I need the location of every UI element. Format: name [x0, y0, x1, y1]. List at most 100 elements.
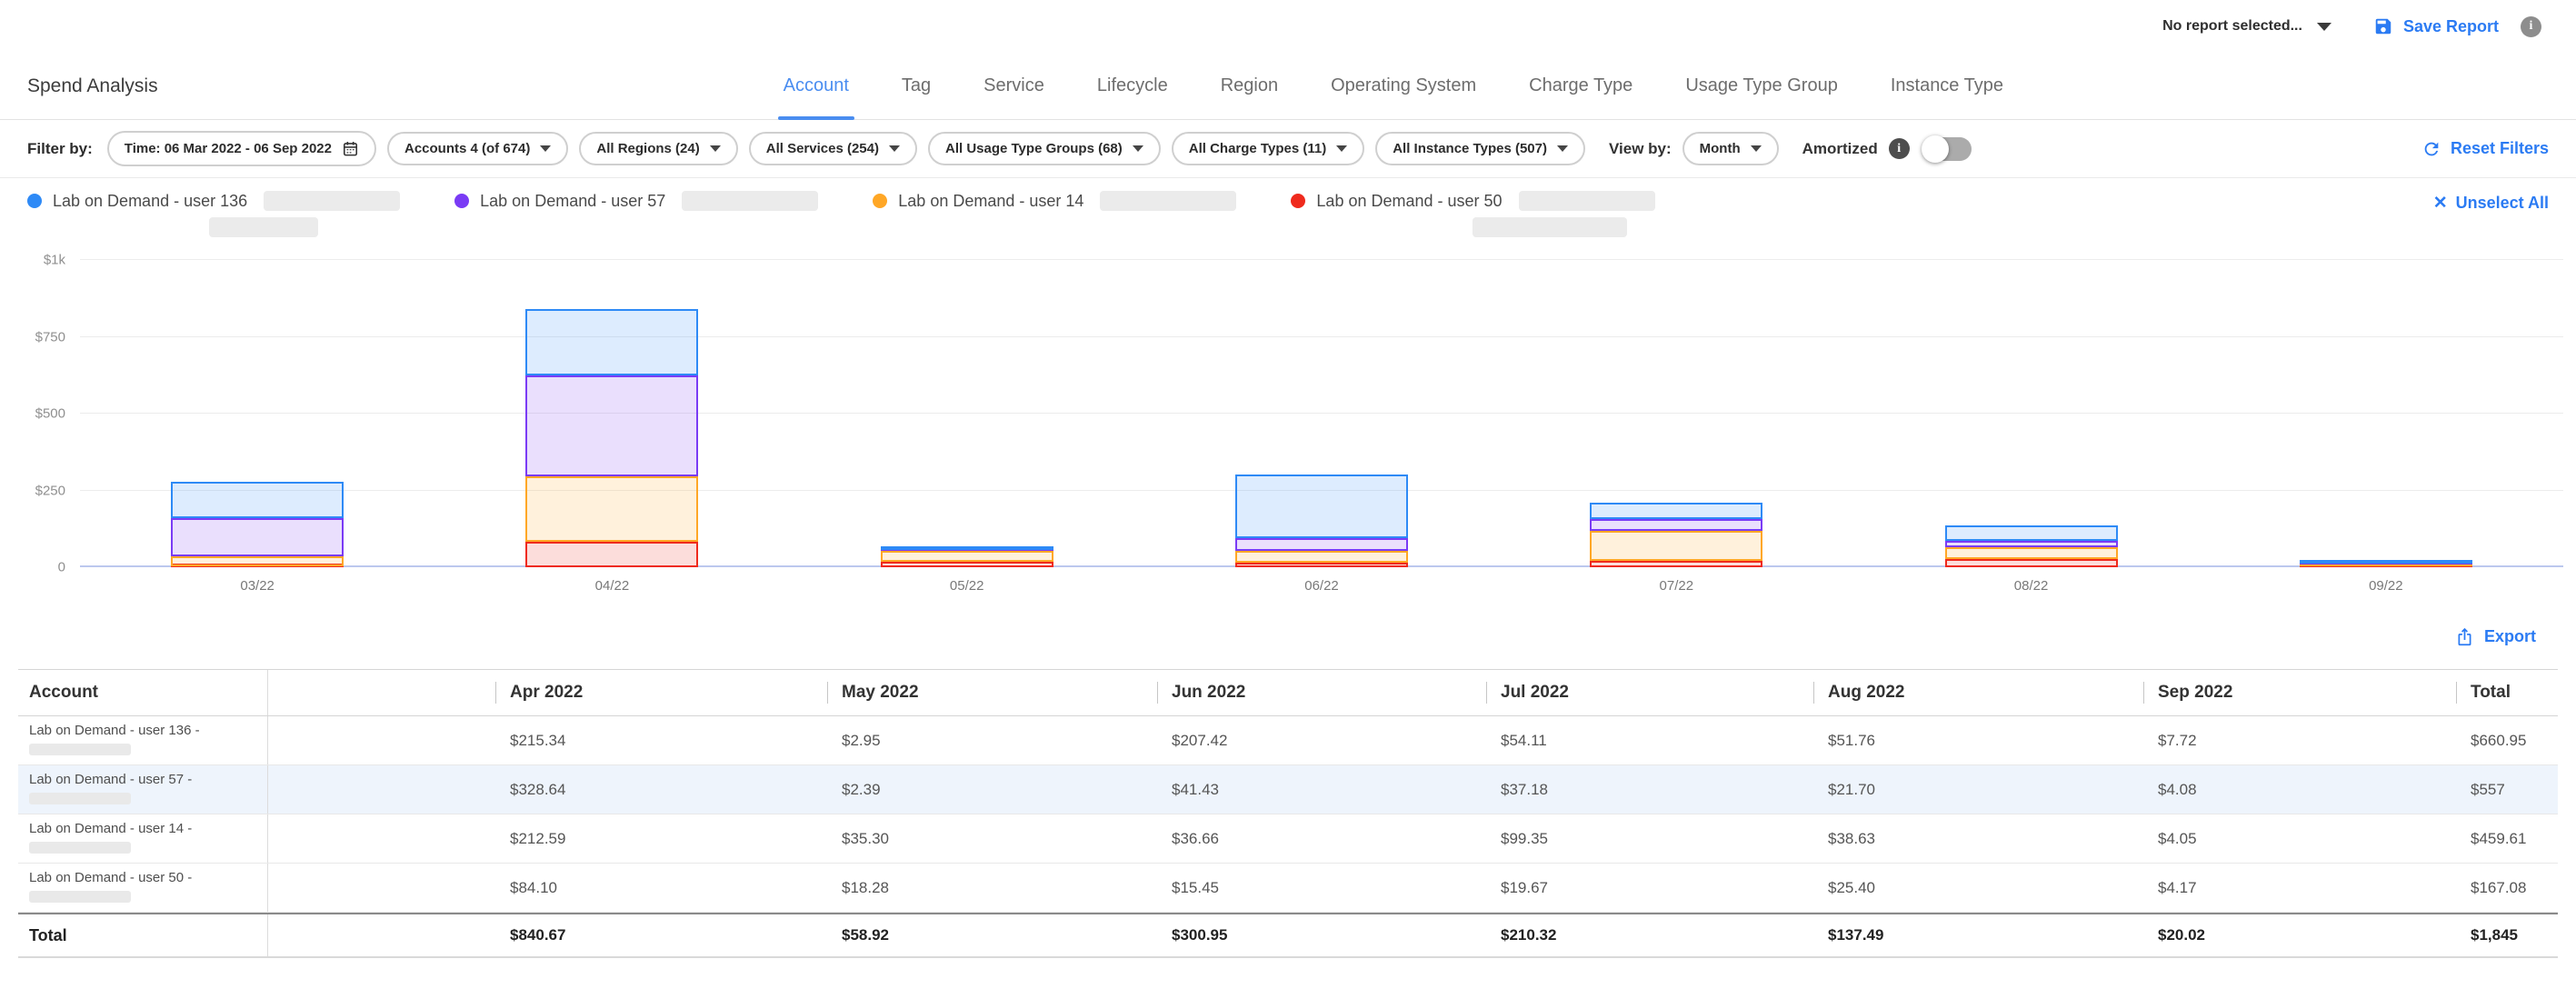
bar-04-22-lab-on-demand-user-50[interactable]: [525, 542, 698, 567]
chart-x-axis: 03/2204/2205/2206/2207/2208/2209/22: [80, 567, 2563, 604]
filter-pill-all-instance-types[interactable]: All Instance Types (507): [1375, 132, 1585, 165]
column-header-account: Account: [18, 670, 268, 715]
total-cell-total: $1,845: [2456, 914, 2558, 956]
bar-07-22-lab-on-demand-user-57[interactable]: [1590, 519, 1762, 531]
view-by-select[interactable]: Month: [1682, 132, 1779, 165]
filter-pill-time-06-mar-2022-06-sep-2022[interactable]: Time: 06 Mar 2022 - 06 Sep 2022: [107, 131, 376, 166]
total-cell-jul-2022: $210.32: [1486, 914, 1813, 956]
filter-pill-all-charge-types[interactable]: All Charge Types (11): [1172, 132, 1364, 165]
cell-apr-2022: $328.64: [495, 765, 827, 814]
y-axis-label-250: $250: [35, 483, 65, 498]
legend-item-lab-on-demand-user-57[interactable]: Lab on Demand - user 57: [454, 191, 818, 211]
chevron-down-icon: [1133, 145, 1143, 152]
bar-06-22-lab-on-demand-user-57[interactable]: [1235, 538, 1408, 551]
x-axis-label-03-22: 03/22: [240, 578, 275, 594]
bar-03-22-lab-on-demand-user-136[interactable]: [171, 482, 344, 518]
filter-pill-label: All Charge Types (11): [1189, 141, 1326, 156]
cell-aug-2022: $25.40: [1813, 864, 2143, 912]
cell-may-2022: $2.39: [827, 765, 1157, 814]
bar-07-22-lab-on-demand-user-50[interactable]: [1590, 561, 1762, 567]
reset-filters-button[interactable]: Reset Filters: [2421, 139, 2549, 159]
table-row-lab-on-demand-user-57[interactable]: Lab on Demand - user 57 -$328.64$2.39$41…: [18, 765, 2558, 814]
bar-05-22-lab-on-demand-user-136[interactable]: [881, 546, 1053, 550]
tab-region[interactable]: Region: [1221, 53, 1278, 119]
bar-09-22-lab-on-demand-user-136[interactable]: [2300, 560, 2472, 564]
filter-pill-all-usage-type-groups[interactable]: All Usage Type Groups (68): [928, 132, 1161, 165]
amortized-toggle[interactable]: [1922, 137, 1972, 161]
save-report-button[interactable]: Save Report: [2373, 16, 2499, 36]
bar-07-22-lab-on-demand-user-136[interactable]: [1590, 503, 1762, 519]
calendar-icon: [342, 140, 359, 157]
legend-item-line: Lab on Demand - user 50: [1291, 191, 1654, 211]
report-selector[interactable]: No report selected...: [2162, 18, 2331, 35]
cell-sep-2022: $4.08: [2143, 765, 2456, 814]
tab-operating-system[interactable]: Operating System: [1331, 53, 1476, 119]
tab-charge-type[interactable]: Charge Type: [1529, 53, 1632, 119]
bar-03-22-lab-on-demand-user-57[interactable]: [171, 518, 344, 555]
unselect-all-button[interactable]: ✕ Unselect All: [2433, 191, 2549, 214]
table-row-lab-on-demand-user-14[interactable]: Lab on Demand - user 14 -$212.59$35.30$3…: [18, 814, 2558, 864]
redacted-text: [1473, 217, 1627, 237]
chart-area: $1k$750$500$2500 03/2204/2205/2206/2207/…: [15, 260, 2563, 604]
redacted-text: [264, 191, 400, 211]
table-row-lab-on-demand-user-50[interactable]: Lab on Demand - user 50 -$84.10$18.28$15…: [18, 864, 2558, 913]
spend-chart: $1k$750$500$2500 03/2204/2205/2206/2207/…: [0, 247, 2576, 604]
bar-03-22-lab-on-demand-user-14[interactable]: [171, 556, 344, 566]
y-axis-label-1k: $1k: [44, 253, 65, 268]
reset-filters-label: Reset Filters: [2451, 139, 2549, 158]
bar-07-22-lab-on-demand-user-14[interactable]: [1590, 531, 1762, 562]
close-icon: ✕: [2433, 193, 2448, 214]
x-axis-label-05-22: 05/22: [950, 578, 984, 594]
filter-pill-all-regions[interactable]: All Regions (24): [579, 132, 737, 165]
cell-apr-2022: $215.34: [495, 716, 827, 764]
tab-instance-type[interactable]: Instance Type: [1891, 53, 2003, 119]
bar-08-22-lab-on-demand-user-136[interactable]: [1945, 525, 2118, 541]
legend-item-lab-on-demand-user-14[interactable]: Lab on Demand - user 14: [873, 191, 1236, 211]
cell-may-2022: $35.30: [827, 814, 1157, 863]
bar-08-22-lab-on-demand-user-57[interactable]: [1945, 541, 2118, 547]
bar-06-22-lab-on-demand-user-14[interactable]: [1235, 551, 1408, 562]
tab-usage-type-group[interactable]: Usage Type Group: [1685, 53, 1838, 119]
tab-service[interactable]: Service: [983, 53, 1044, 119]
legend-item-lab-on-demand-user-50[interactable]: Lab on Demand - user 50: [1291, 191, 1654, 237]
column-header-may-2022: May 2022: [827, 670, 1157, 715]
tab-tag[interactable]: Tag: [902, 53, 931, 119]
export-button[interactable]: Export: [2455, 627, 2536, 646]
total-cell-may-2022: $58.92: [827, 914, 1157, 956]
table-row-lab-on-demand-user-136[interactable]: Lab on Demand - user 136 -$215.34$2.95$2…: [18, 716, 2558, 765]
export-row: Export: [0, 604, 2576, 669]
cell-jun-2022: $41.43: [1157, 765, 1486, 814]
legend-item-label: Lab on Demand - user 57: [480, 192, 665, 211]
chevron-down-icon: [1751, 145, 1762, 152]
filter-pill-all-services[interactable]: All Services (254): [749, 132, 917, 165]
bar-08-22-lab-on-demand-user-14[interactable]: [1945, 547, 2118, 559]
filter-by-label: Filter by:: [27, 140, 93, 158]
bar-06-22-lab-on-demand-user-136[interactable]: [1235, 475, 1408, 538]
total-cell-jun-2022: $300.95: [1157, 914, 1486, 956]
legend-dot-icon: [1291, 194, 1305, 208]
legend-dot-icon: [873, 194, 887, 208]
info-icon[interactable]: i: [2521, 16, 2541, 37]
legend-item-label: Lab on Demand - user 136: [53, 192, 247, 211]
tab-account[interactable]: Account: [784, 53, 849, 119]
legend-item-lab-on-demand-user-136[interactable]: Lab on Demand - user 136: [27, 191, 400, 237]
amortized-label: Amortized: [1802, 140, 1878, 158]
bar-05-22-lab-on-demand-user-14[interactable]: [881, 551, 1053, 562]
bar-04-22-lab-on-demand-user-57[interactable]: [525, 375, 698, 476]
bar-08-22-lab-on-demand-user-50[interactable]: [1945, 559, 2118, 567]
cell-total: $167.08: [2456, 864, 2558, 912]
gridline-500: [80, 413, 2563, 414]
account-cell: Lab on Demand - user 136 -: [18, 716, 268, 764]
bar-04-22-lab-on-demand-user-136[interactable]: [525, 309, 698, 375]
column-header-sep-2022: Sep 2022: [2143, 670, 2456, 715]
amortized-info-icon[interactable]: i: [1889, 138, 1910, 159]
cell-aug-2022: $51.76: [1813, 716, 2143, 764]
unselect-all-label: Unselect All: [2456, 194, 2549, 213]
filter-pill-accounts-4[interactable]: Accounts 4 (of 674): [387, 132, 568, 165]
legend-item-line: Lab on Demand - user 57: [454, 191, 818, 211]
redacted-text: [209, 217, 318, 237]
chevron-down-icon: [1336, 145, 1347, 152]
bar-04-22-lab-on-demand-user-14[interactable]: [525, 476, 698, 542]
legend-dot-icon: [454, 194, 469, 208]
tab-lifecycle[interactable]: Lifecycle: [1097, 53, 1168, 119]
